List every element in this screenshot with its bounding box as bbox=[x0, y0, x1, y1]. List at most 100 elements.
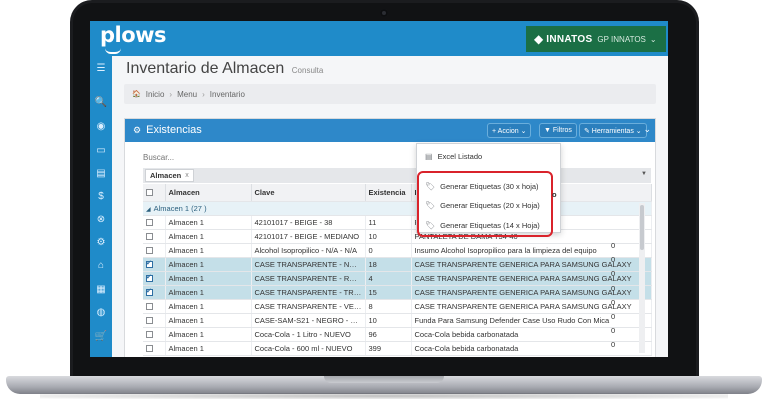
cell-clave: 42101017 - BEIGE - MEDIANO bbox=[251, 229, 366, 244]
cell-existencia: 4 bbox=[365, 271, 412, 286]
row-select-cell[interactable] bbox=[143, 229, 166, 244]
partial-column-cell: 0 bbox=[611, 312, 616, 321]
table-row[interactable]: Almacen 142101017 - BEIGE - 3811PANTALET… bbox=[143, 215, 652, 230]
barcode-icon[interactable]: ▤ bbox=[90, 167, 112, 181]
row-select-cell[interactable] bbox=[143, 243, 166, 258]
row-checkbox[interactable] bbox=[146, 219, 153, 227]
row-select-cell[interactable] bbox=[143, 313, 166, 328]
select-all-checkbox[interactable] bbox=[146, 189, 153, 197]
cell-almacen: Almacen 1 bbox=[165, 341, 252, 356]
globe-icon[interactable]: ◍ bbox=[90, 306, 112, 320]
partial-column-header: o bbox=[552, 190, 557, 199]
row-select-cell[interactable] bbox=[143, 299, 166, 314]
row-checkbox[interactable] bbox=[146, 345, 153, 353]
folder-icon[interactable]: ▭ bbox=[90, 144, 112, 158]
table-row[interactable]: Almacen 1CASE TRANSPARENTE - ROJO - N/A4… bbox=[143, 271, 652, 286]
cell-clave: Alcohol Isopropilico - N/A - N/A bbox=[251, 243, 366, 258]
search-icon[interactable]: 🔍 bbox=[90, 96, 112, 110]
breadcrumb-inventario[interactable]: Inventario bbox=[210, 90, 245, 99]
cell-existencia: 8 bbox=[365, 299, 412, 314]
table-row[interactable]: Almacen 1 Alcohol Isopropilico - N/A - N/… bbox=[143, 243, 652, 258]
row-checkbox[interactable] bbox=[146, 247, 153, 255]
filtros-button[interactable]: ▼ Filtros bbox=[539, 123, 577, 138]
cell-almacen: Almacen 1 bbox=[165, 327, 252, 342]
cart-icon[interactable]: 🛒 bbox=[90, 330, 112, 344]
collapse-icon[interactable]: ⌄ bbox=[643, 124, 651, 135]
scrollbar-thumb[interactable] bbox=[640, 205, 644, 250]
column-header-existencia[interactable]: Existencia bbox=[365, 184, 412, 202]
cell-existencia: 10 bbox=[365, 313, 412, 328]
panel-title-text: Existencias bbox=[146, 124, 202, 136]
dollar-icon[interactable]: $ bbox=[90, 190, 112, 204]
company-switcher[interactable]: ◆ INNATOS GP INNATOS ⌄ bbox=[526, 26, 666, 52]
cell-almacen: Almacen 1 bbox=[165, 257, 252, 272]
group-chip-almacen[interactable]: Almacen x bbox=[145, 169, 194, 182]
menu-item-excel-listado[interactable]: ▤ Excel Listado bbox=[417, 148, 562, 164]
row-checkbox[interactable] bbox=[146, 259, 153, 269]
cell-clave: Coca-Cola - 1 Litro - NUEVO bbox=[251, 327, 366, 342]
row-checkbox[interactable] bbox=[146, 331, 153, 339]
inventory-grid: Almacen Clave Existencia Descripcion ◢Al… bbox=[143, 184, 652, 356]
table-row[interactable]: Almacen 1 Coca-Cola - 1 Litro - NUEVO 96 Co… bbox=[143, 327, 652, 342]
grid-header-row: Almacen Clave Existencia Descripcion bbox=[143, 184, 652, 202]
row-checkbox[interactable] bbox=[146, 273, 153, 283]
row-select-cell[interactable] bbox=[143, 257, 166, 272]
scroll-down-icon[interactable]: ▼ bbox=[641, 171, 647, 177]
column-header-almacen[interactable]: Almacen bbox=[165, 184, 252, 202]
partial-column-cell: 0 bbox=[611, 340, 616, 350]
cell-existencia: 399 bbox=[365, 341, 412, 356]
table-row[interactable]: Almacen 1 CASE-SAM-S21 - NEGRO - NUEVO 10 F… bbox=[143, 313, 652, 328]
cell-almacen: Almacen 1 bbox=[165, 299, 252, 314]
row-select-cell[interactable] bbox=[143, 327, 166, 342]
menu-icon[interactable]: ☰ bbox=[90, 62, 112, 76]
vertical-scrollbar[interactable] bbox=[639, 203, 645, 353]
top-bar: plows ◆ INNATOS GP INNATOS ⌄ bbox=[90, 21, 668, 56]
cell-existencia: 11 bbox=[365, 215, 412, 230]
breadcrumb-menu[interactable]: Menu bbox=[177, 90, 197, 99]
main-content: Inventario de Almacen Consulta 🏠 Inicio … bbox=[112, 56, 668, 357]
lifebuoy-icon[interactable]: ⊗ bbox=[90, 213, 112, 227]
panel-header: ⚙ Existencias + Accion ⌄ ▼ Filtros ✎ Her… bbox=[125, 119, 655, 142]
table-row[interactable]: Almacen 1 Coca-Cola - 600 ml - NUEVO 399 Co… bbox=[143, 341, 652, 356]
eye-icon[interactable]: ◉ bbox=[90, 120, 112, 134]
table-row[interactable]: Almacen 1 42101017 - BEIGE - MEDIANO 10 PAN… bbox=[143, 229, 652, 244]
cell-clave: CASE TRANSPARENTE - ROJO - N/A bbox=[251, 271, 366, 286]
row-checkbox[interactable] bbox=[146, 287, 153, 297]
select-all-cell[interactable] bbox=[143, 184, 166, 202]
cell-clave: CASE TRANSPARENTE - NEGRO - N/A bbox=[251, 257, 366, 272]
row-select-cell[interactable] bbox=[143, 271, 166, 286]
row-select-cell[interactable] bbox=[143, 285, 166, 300]
row-checkbox[interactable] bbox=[146, 303, 153, 311]
row-select-cell[interactable] bbox=[143, 215, 166, 230]
home-icon: 🏠 bbox=[132, 91, 141, 98]
breadcrumb-home[interactable]: Inicio bbox=[146, 90, 165, 99]
cell-almacen: Almacen 1 bbox=[165, 229, 252, 244]
partial-column-cell: 0 bbox=[611, 297, 616, 307]
remove-group-icon[interactable]: x bbox=[185, 172, 189, 179]
table-row[interactable]: Almacen 1CASE TRANSPARENTE - NEGRO - N/A… bbox=[143, 257, 652, 272]
group-row[interactable]: ◢ Almacen 1 (27 ) bbox=[143, 201, 652, 216]
calculator-icon[interactable]: ▦ bbox=[90, 283, 112, 297]
table-row[interactable]: Almacen 1CASE TRANSPARENTE - TRANSPARENT… bbox=[143, 285, 652, 300]
group-row-label[interactable]: ◢ Almacen 1 (27 ) bbox=[143, 201, 652, 216]
expand-triangle-icon[interactable]: ◢ bbox=[146, 207, 151, 213]
row-select-cell[interactable] bbox=[143, 341, 166, 356]
brand-name: INNATOS bbox=[546, 33, 593, 45]
partial-column-cell: 0 bbox=[611, 326, 616, 336]
grouping-bar: Almacen x ▼ bbox=[143, 168, 651, 183]
row-checkbox[interactable] bbox=[146, 317, 153, 325]
app-logo[interactable]: plows bbox=[100, 23, 167, 47]
laptop-shadow bbox=[40, 393, 728, 399]
cell-almacen: Almacen 1 bbox=[165, 313, 252, 328]
partial-column-cell: 0 bbox=[611, 283, 616, 293]
herramientas-button[interactable]: ✎ Herramientas ⌄ bbox=[579, 123, 647, 138]
cubes-icon[interactable]: ⚙ bbox=[90, 236, 112, 250]
row-checkbox[interactable] bbox=[146, 233, 153, 241]
accion-button[interactable]: + Accion ⌄ bbox=[487, 123, 532, 138]
bank-icon[interactable]: ⌂ bbox=[90, 259, 112, 273]
table-row[interactable]: Almacen 1CASE TRANSPARENTE - VERDE - N/A… bbox=[143, 299, 652, 314]
breadcrumb-separator: › bbox=[169, 89, 173, 99]
group-label-text: Almacen 1 (27 ) bbox=[153, 203, 207, 213]
cell-almacen: Almacen 1 bbox=[165, 243, 252, 258]
column-header-clave[interactable]: Clave bbox=[251, 184, 366, 202]
